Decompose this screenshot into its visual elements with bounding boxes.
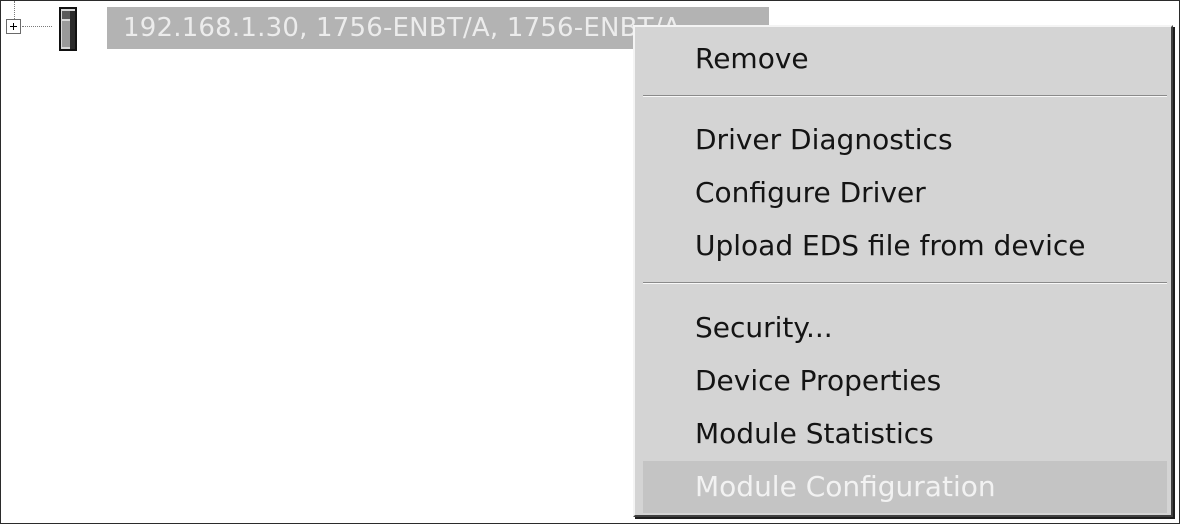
tree-connector-horizontal <box>22 26 52 27</box>
expand-plus-icon[interactable] <box>6 19 21 34</box>
context-menu: Remove Driver Diagnostics Configure Driv… <box>633 25 1173 517</box>
menu-separator <box>643 282 1167 284</box>
menu-item-upload-eds[interactable]: Upload EDS file from device <box>643 220 1167 272</box>
menu-item-device-properties[interactable]: Device Properties <box>643 355 1167 407</box>
ethernet-module-icon[interactable] <box>59 7 77 51</box>
menu-item-configure-driver[interactable]: Configure Driver <box>643 167 1167 219</box>
menu-item-remove[interactable]: Remove <box>643 33 1167 85</box>
tree-connector-vertical <box>14 1 15 19</box>
network-browser-pane: 192.168.1.30, 1756-ENBT/A, 1756-ENBT/A R… <box>0 0 1180 524</box>
menu-item-module-statistics[interactable]: Module Statistics <box>643 408 1167 460</box>
menu-item-module-configuration[interactable]: Module Configuration <box>643 461 1167 513</box>
menu-item-security[interactable]: Security... <box>643 302 1167 354</box>
menu-item-driver-diagnostics[interactable]: Driver Diagnostics <box>643 114 1167 166</box>
menu-separator <box>643 95 1167 97</box>
